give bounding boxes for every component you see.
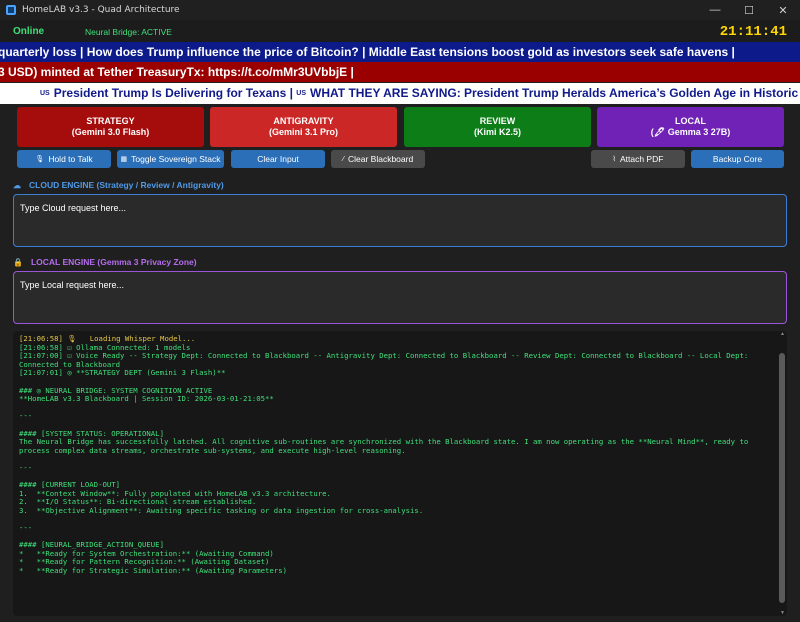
cloud-engine-title: CLOUD ENGINE (Strategy / Review / Antigr… bbox=[29, 180, 224, 190]
title-bar: HomeLAB v3.3 - Quad Architecture — ☐ ✕ bbox=[0, 0, 800, 20]
attach-pdf-button[interactable]: ⌇ Attach PDF bbox=[591, 150, 685, 168]
console-line: **HomeLAB v3.3 Blackboard | Session ID: … bbox=[19, 394, 274, 404]
hold-to-talk-button[interactable]: 🎙 Hold to Talk bbox=[17, 150, 111, 168]
ticker-headline: WHAT THEY ARE SAYING: President Trump He… bbox=[310, 86, 800, 100]
mode-name: LOCAL bbox=[675, 116, 706, 126]
clear-input-button[interactable]: Clear Input bbox=[231, 150, 325, 168]
scrollbar-thumb[interactable] bbox=[779, 353, 785, 603]
button-label: Toggle Sovereign Stack bbox=[131, 154, 221, 164]
paperclip-icon: ⌇ bbox=[612, 156, 616, 163]
button-label: Hold to Talk bbox=[48, 154, 93, 164]
ticker-headline: President Trump Is Delivering for Texans… bbox=[53, 86, 293, 100]
local-placeholder: Type Local request here... bbox=[20, 280, 125, 290]
stack-icon: ▦ bbox=[120, 156, 128, 163]
whitehouse-ticker: US President Trump Is Delivering for Texa… bbox=[0, 83, 800, 104]
toggle-sovereign-stack-button[interactable]: ▦ Toggle Sovereign Stack bbox=[117, 150, 224, 168]
strategy-mode-button[interactable]: STRATEGY (Gemini 3.0 Flash) bbox=[17, 107, 204, 147]
button-label: Clear Blackboard bbox=[347, 154, 414, 164]
cloud-placeholder: Type Cloud request here... bbox=[20, 203, 127, 213]
console-line: --- bbox=[19, 523, 33, 533]
bridge-status: Neural Bridge: ACTIVE bbox=[85, 27, 172, 37]
clear-blackboard-button[interactable]: ⁄ Clear Blackboard bbox=[331, 150, 425, 168]
local-mode-button[interactable]: LOCAL (🖋 Gemma 3 27B) bbox=[597, 107, 784, 147]
console-line: * **Ready for Strategic Simulation:** (A… bbox=[19, 566, 287, 576]
mode-model: (Gemini 3.0 Flash) bbox=[71, 127, 150, 137]
broom-icon: ⁄ bbox=[342, 155, 344, 163]
blackboard-console[interactable]: [21:06:58] 🎙 Loading Whisper Model... [21… bbox=[13, 331, 787, 616]
console-line: 3. **Objective Alignment**: Awaiting spe… bbox=[19, 505, 424, 515]
local-engine-label: 🔒 LOCAL ENGINE (Gemma 3 Privacy Zone) bbox=[13, 257, 197, 267]
clock: 21:11:41 bbox=[719, 24, 787, 40]
maximize-button[interactable]: ☐ bbox=[732, 0, 766, 20]
crypto-ticker: 3 USD) minted at Tether TreasuryTx: http… bbox=[0, 62, 800, 82]
minimize-button[interactable]: — bbox=[698, 0, 732, 20]
mode-model: (🖋 Gemma 3 27B) bbox=[650, 127, 731, 137]
online-status: Online bbox=[13, 26, 45, 37]
ticker-text: 3 USD) minted at Tether TreasuryTx: http… bbox=[0, 65, 354, 79]
status-bar: Online Neural Bridge: ACTIVE 21:11:41 bbox=[0, 20, 800, 42]
mode-name: STRATEGY bbox=[86, 116, 135, 126]
microphone-icon: 🎙 bbox=[35, 156, 45, 163]
button-label: Clear Input bbox=[257, 154, 299, 164]
console-line: [21:07:00] ☑ Voice Ready -- Strategy Dep… bbox=[19, 351, 753, 369]
app-icon bbox=[6, 5, 16, 15]
local-engine-title: LOCAL ENGINE (Gemma 3 Privacy Zone) bbox=[30, 257, 197, 267]
close-button[interactable]: ✕ bbox=[766, 0, 800, 20]
review-mode-button[interactable]: REVIEW (Kimi K2.5) bbox=[404, 107, 591, 147]
us-flag-icon: US bbox=[296, 90, 307, 98]
console-line: [21:07:01] ◎ **STRATEGY DEPT (Gemini 3 F… bbox=[19, 368, 226, 378]
news-ticker-1: quarterly loss | How does Trump influenc… bbox=[0, 42, 800, 62]
console-line: The Neural Bridge has successfully latch… bbox=[19, 437, 753, 455]
scrollbar[interactable] bbox=[779, 335, 785, 612]
local-request-input[interactable]: Type Local request here... bbox=[13, 271, 787, 324]
console-line: --- bbox=[19, 411, 33, 421]
ticker-text: quarterly loss | How does Trump influenc… bbox=[0, 45, 735, 59]
lock-icon: 🔒 bbox=[13, 258, 23, 267]
mode-model: (Kimi K2.5) bbox=[473, 127, 521, 137]
cloud-request-input[interactable]: Type Cloud request here... bbox=[13, 194, 787, 247]
scroll-down-icon[interactable]: ▼ bbox=[780, 610, 785, 616]
antigravity-mode-button[interactable]: ANTIGRAVITY (Gemini 3.1 Pro) bbox=[210, 107, 397, 147]
cloud-icon: ☁ bbox=[13, 181, 21, 190]
mode-name: ANTIGRAVITY bbox=[273, 116, 334, 126]
us-flag-icon: US bbox=[40, 90, 50, 98]
cloud-engine-label: ☁ CLOUD ENGINE (Strategy / Review / Antig… bbox=[13, 180, 224, 190]
window-title: HomeLAB v3.3 - Quad Architecture bbox=[22, 5, 180, 15]
console-line: --- bbox=[19, 462, 33, 472]
button-label: Backup Core bbox=[712, 154, 763, 164]
button-label: Attach PDF bbox=[619, 154, 664, 164]
console-output: [21:06:58] 🎙 Loading Whisper Model... [21… bbox=[19, 334, 771, 576]
scroll-up-icon[interactable]: ▲ bbox=[780, 331, 785, 337]
ticker-content: US President Trump Is Delivering for Texa… bbox=[40, 83, 800, 104]
window-controls: — ☐ ✕ bbox=[698, 0, 800, 20]
mode-name: REVIEW bbox=[479, 116, 516, 126]
mode-model: (Gemini 3.1 Pro) bbox=[268, 127, 339, 137]
backup-core-button[interactable]: Backup Core bbox=[691, 150, 784, 168]
